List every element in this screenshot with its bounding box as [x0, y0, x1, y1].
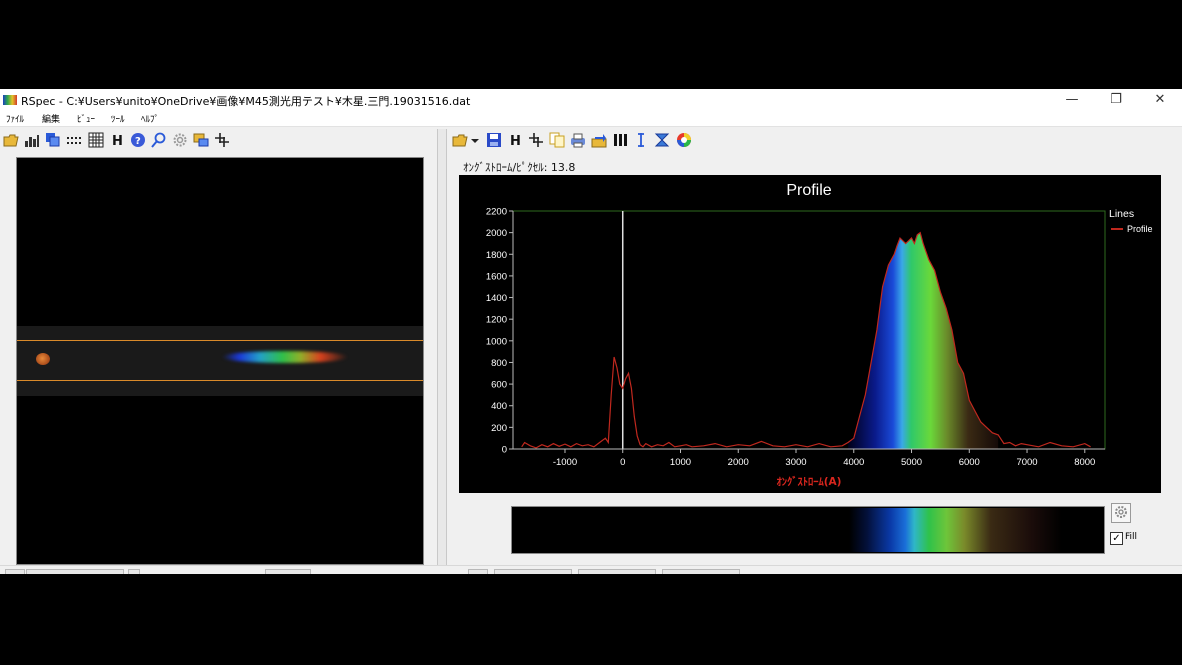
rspec-app-icon — [3, 95, 17, 105]
bottom-control[interactable] — [26, 569, 124, 574]
menu-bar: ﾌｧｲﾙ 編集 ﾋﾞｭｰ ﾂｰﾙ ﾍﾙﾌﾟ — [0, 111, 1182, 127]
copy-icon[interactable] — [549, 132, 565, 148]
x-tick-label: -1000 — [553, 457, 577, 468]
svg-text:?: ? — [135, 136, 141, 147]
print-icon[interactable] — [570, 132, 586, 148]
y-tick-label: 600 — [491, 380, 507, 391]
y-tick-label: 200 — [491, 423, 507, 434]
cursor-icon[interactable] — [633, 132, 649, 148]
y-tick-label: 2000 — [486, 228, 507, 239]
crosshair-icon[interactable] — [528, 132, 544, 148]
close-button[interactable]: ✕ — [1138, 89, 1182, 111]
profile-line — [521, 231, 1091, 449]
save-icon[interactable] — [486, 132, 502, 148]
minimize-button[interactable]: — — [1050, 89, 1094, 111]
menu-view[interactable]: ﾋﾞｭｰ — [77, 112, 95, 125]
maximize-button[interactable]: ❐ — [1094, 89, 1138, 111]
bottom-control[interactable] — [494, 569, 572, 574]
spectrum-image-panel[interactable] — [16, 157, 424, 565]
y-tick-label: 800 — [491, 358, 507, 369]
x-tick-label: 5000 — [901, 457, 922, 468]
bottom-control[interactable] — [578, 569, 656, 574]
x-tick-label: 4000 — [843, 457, 864, 468]
y-tick-label: 0 — [502, 445, 507, 456]
menu-help[interactable]: ﾍﾙﾌﾟ — [141, 112, 159, 125]
search-icon[interactable] — [151, 132, 167, 148]
x-tick-label: 1000 — [670, 457, 691, 468]
bottom-control[interactable] — [128, 569, 140, 574]
title-bar: RSpec - C:¥Users¥unito¥OneDrive¥画像¥M45測光… — [0, 89, 1182, 111]
x-tick-label: 7000 — [1016, 457, 1037, 468]
synthetic-spectrum-band — [513, 508, 1103, 552]
y-tick-label: 2200 — [486, 207, 507, 218]
bars-icon[interactable] — [612, 132, 628, 148]
h-icon[interactable]: H — [109, 132, 125, 149]
lower-bound-line[interactable] — [17, 380, 423, 381]
plot-frame — [512, 210, 1106, 450]
gear-icon — [1115, 506, 1127, 518]
x-tick-label: 3000 — [785, 457, 806, 468]
upper-bound-line[interactable] — [17, 340, 423, 341]
open-folder-icon[interactable] — [452, 132, 468, 148]
bar-chart-icon[interactable] — [24, 132, 40, 148]
open-folder-icon[interactable] — [3, 132, 19, 148]
export-icon[interactable] — [591, 132, 607, 148]
menu-tools[interactable]: ﾂｰﾙ — [111, 112, 125, 125]
copy-layers-icon[interactable] — [45, 132, 61, 148]
svg-text:H: H — [112, 134, 123, 148]
synthetic-spectrum-box — [511, 506, 1105, 554]
y-tick-label: 1800 — [486, 250, 507, 261]
bottom-controls-strip — [0, 565, 1182, 574]
settings-gear-button[interactable] — [1111, 503, 1131, 523]
first-order-spectrum — [222, 351, 348, 363]
hourglass-icon[interactable] — [654, 132, 670, 148]
help-icon[interactable]: ? — [130, 132, 146, 148]
x-axis-label: ｵﾝｸﾞｽﾄﾛｰﾑ(A) — [777, 475, 842, 488]
grid-icon[interactable] — [88, 132, 104, 148]
y-tick-label: 1200 — [486, 315, 507, 326]
profile-chart[interactable]: Profile 0 200 400 600 800 1000 1200 1400 1600 1800… — [459, 175, 1161, 493]
rspec-window: RSpec - C:¥Users¥unito¥OneDrive¥画像¥M45測光… — [0, 89, 1182, 574]
dropdown-arrow-icon[interactable] — [470, 132, 480, 148]
menu-edit[interactable]: 編集 — [42, 112, 60, 125]
x-tick-label: 0 — [620, 457, 625, 468]
y-tick-label: 1000 — [486, 336, 507, 347]
h-icon[interactable]: H — [507, 132, 523, 149]
svg-text:H: H — [510, 134, 521, 148]
legend-entry: Profile — [1127, 224, 1153, 234]
x-tick-label: 8000 — [1074, 457, 1095, 468]
angstrom-per-pixel-label: ｵﾝｸﾞｽﾄﾛｰﾑ/ﾋﾟｸｾﾙ: 13.8 — [463, 161, 576, 174]
spectrum-strip — [17, 326, 423, 396]
y-tick-label: 400 — [491, 401, 507, 412]
bottom-control[interactable] — [265, 569, 311, 574]
fill-checkbox[interactable]: ✓ — [1110, 532, 1123, 545]
overlay-icon[interactable] — [193, 132, 209, 148]
crosshair-icon[interactable] — [214, 132, 230, 148]
panel-splitter[interactable] — [437, 129, 447, 574]
gear-icon[interactable] — [172, 132, 188, 148]
color-wheel-icon[interactable] — [676, 132, 692, 148]
y-tick-label: 1600 — [486, 271, 507, 282]
x-tick-label: 2000 — [728, 457, 749, 468]
bottom-control[interactable] — [662, 569, 740, 574]
window-title: RSpec - C:¥Users¥unito¥OneDrive¥画像¥M45測光… — [21, 95, 471, 108]
bottom-control[interactable] — [5, 569, 25, 574]
x-tick-label: 6000 — [959, 457, 980, 468]
menu-file[interactable]: ﾌｧｲﾙ — [6, 112, 24, 125]
y-tick-label: 1400 — [486, 293, 507, 304]
profile-fill — [847, 232, 999, 449]
dotted-grid-icon[interactable] — [66, 132, 82, 148]
zero-order-star — [36, 353, 50, 365]
profile-chart-svg: Profile 0 200 400 600 800 1000 1200 1400 1600 1800… — [486, 182, 1153, 488]
chart-title: Profile — [786, 182, 831, 199]
legend-title: Lines — [1109, 208, 1134, 220]
fill-label: Fill — [1125, 532, 1138, 542]
bottom-control[interactable] — [468, 569, 488, 574]
